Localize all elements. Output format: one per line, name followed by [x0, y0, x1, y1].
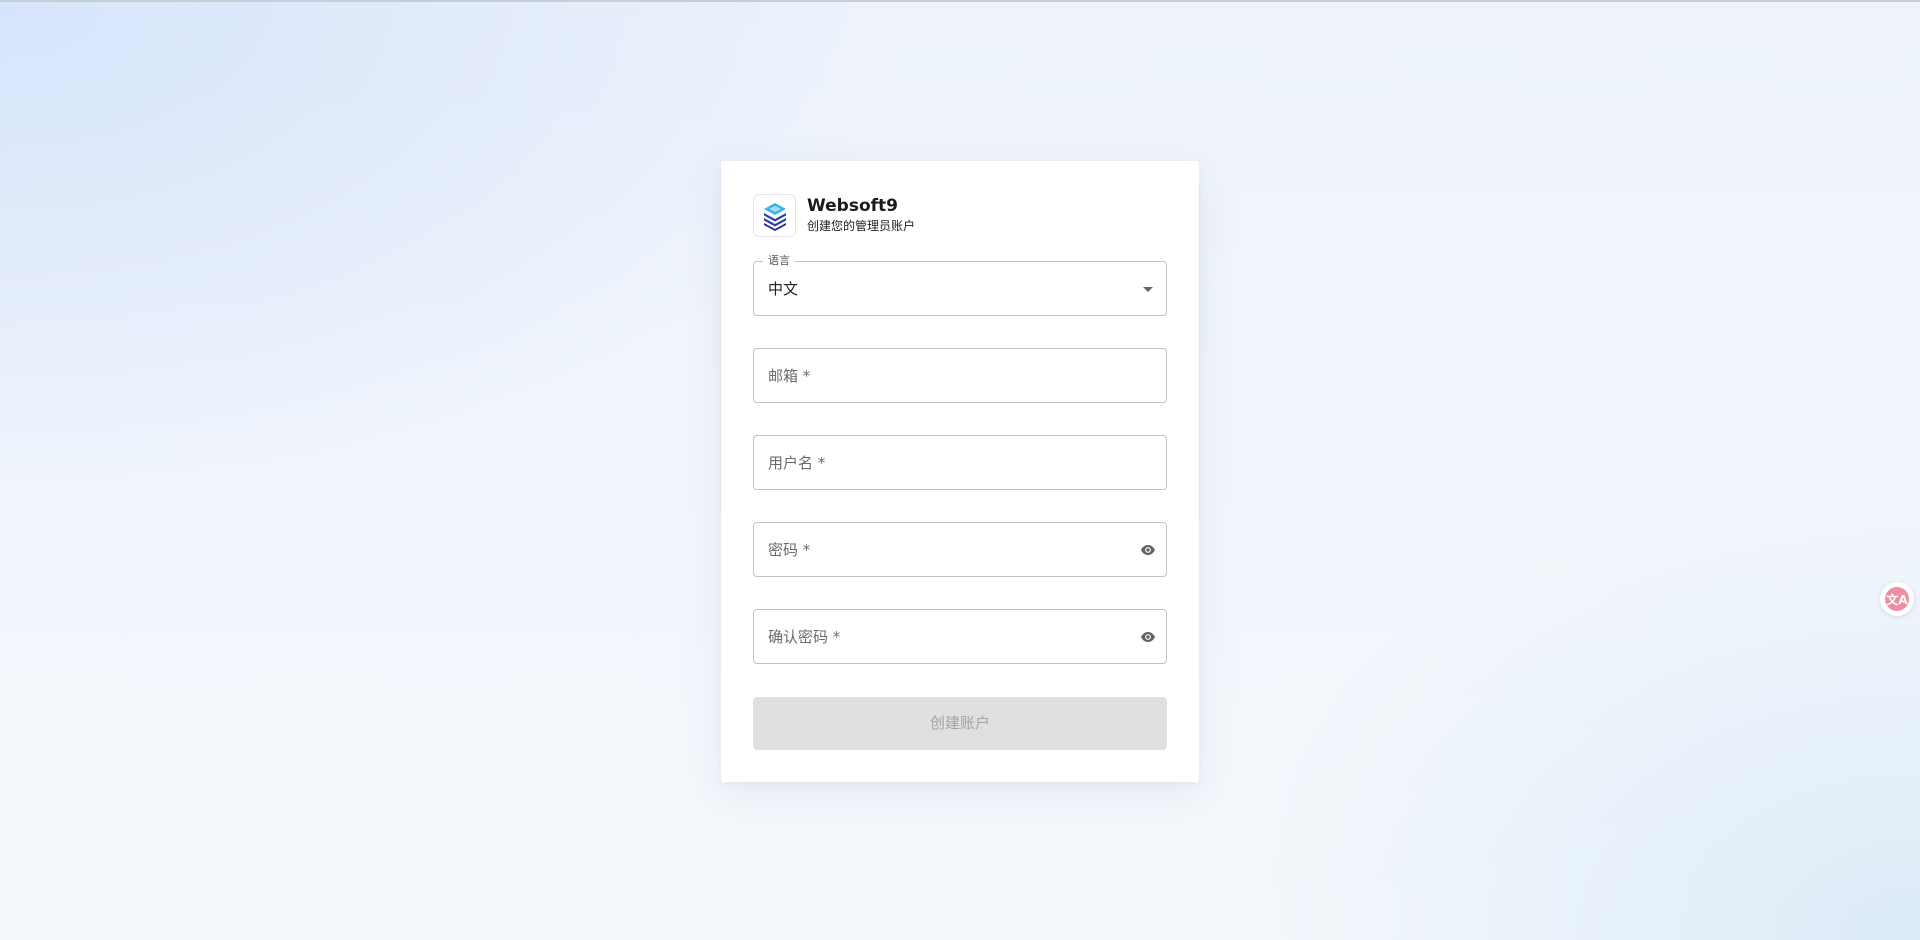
eye-icon[interactable]	[1140, 542, 1156, 558]
username-field[interactable]: 用户名 *	[753, 435, 1167, 490]
translate-widget[interactable]: 文A	[1880, 582, 1914, 616]
caret-down-icon	[1143, 287, 1153, 292]
page-subtitle: 创建您的管理员账户	[807, 219, 916, 233]
password-field[interactable]: 密码 *	[753, 522, 1167, 577]
confirm-password-field[interactable]: 确认密码 *	[753, 609, 1167, 664]
language-select[interactable]: 语言 中文	[753, 254, 1167, 316]
confirm-password-placeholder: 确认密码 *	[768, 628, 841, 646]
eye-icon[interactable]	[1140, 629, 1156, 645]
layered-box-logo-icon	[753, 194, 796, 237]
translate-icon: 文A	[1885, 587, 1909, 611]
setup-card: Websoft9 创建您的管理员账户 语言 中文 邮箱 * 用户名 * 密码 *…	[721, 161, 1199, 782]
password-placeholder: 密码 *	[768, 541, 811, 559]
email-field[interactable]: 邮箱 *	[753, 348, 1167, 403]
brand-header: Websoft9 创建您的管理员账户	[753, 193, 915, 238]
create-account-button[interactable]: 创建账户	[753, 697, 1167, 750]
email-placeholder: 邮箱 *	[768, 367, 811, 385]
username-placeholder: 用户名 *	[768, 454, 826, 472]
language-value: 中文	[768, 280, 799, 298]
window-top-border	[0, 0, 1920, 2]
app-title: Websoft9	[807, 196, 898, 216]
